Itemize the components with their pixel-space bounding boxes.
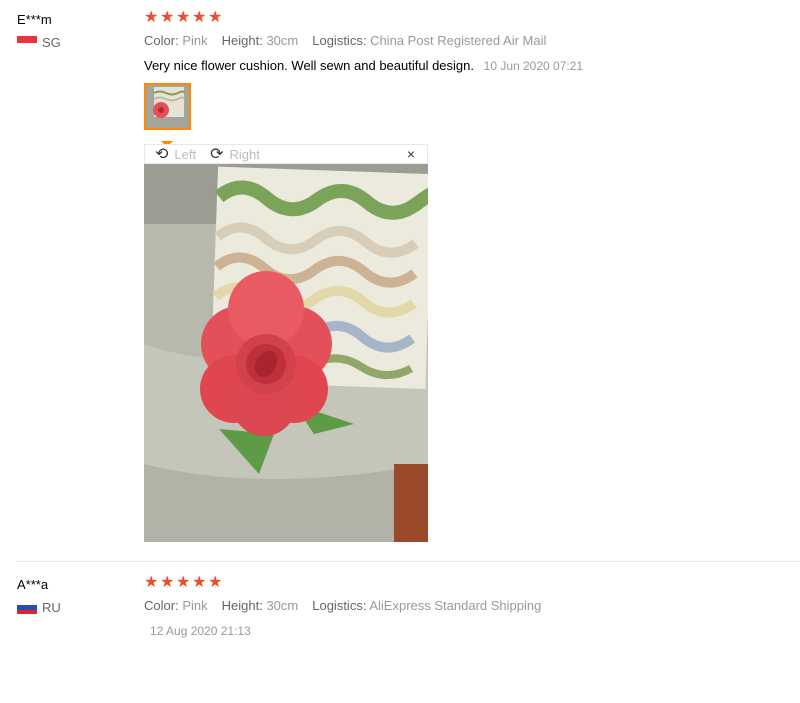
user-name: E***m <box>17 12 52 27</box>
review-user: E***m SG <box>17 12 61 50</box>
star-icon: ★ <box>144 574 159 591</box>
rotate-right-label: Right <box>229 146 260 162</box>
attr-height: Height: 30cm <box>221 598 299 613</box>
star-icon: ★ <box>144 9 159 26</box>
attr-logistics: Logistics: China Post Registered Air Mai… <box>312 33 547 48</box>
star-icon: ★ <box>176 574 191 591</box>
star-icon: ★ <box>176 9 191 26</box>
star-icon: ★ <box>192 9 207 26</box>
star-icon: ★ <box>208 574 223 591</box>
review-body: ★ ★ ★ ★ ★ Color: Pink Height: 30cm Logis… <box>144 574 547 639</box>
photo-viewer: ⟲ Left ⟳ Right × <box>144 144 442 542</box>
close-icon[interactable]: × <box>407 146 415 162</box>
country-code: SG <box>42 35 61 50</box>
star-rating: ★ ★ ★ ★ ★ <box>144 9 583 26</box>
star-icon: ★ <box>160 574 175 591</box>
star-icon: ★ <box>192 574 207 591</box>
review-content: 12 Aug 2020 21:13 <box>144 623 547 638</box>
review-photo <box>144 164 442 542</box>
user-country: SG <box>17 35 61 50</box>
review-attributes: Color: Pink Height: 30cm Logistics: AliE… <box>144 598 547 613</box>
ru-flag-icon <box>17 601 37 614</box>
attr-height: Height: 30cm <box>221 33 299 48</box>
review-photo-thumbnail[interactable] <box>144 83 191 130</box>
review-content: Very nice flower cushion. Well sewn and … <box>144 58 583 73</box>
user-name: A***a <box>17 577 49 592</box>
star-icon: ★ <box>208 9 223 26</box>
sg-flag-icon <box>17 36 37 49</box>
review-body: ★ ★ ★ ★ ★ Color: Pink Height: 30cm Logis… <box>144 9 583 147</box>
review-text: Very nice flower cushion. Well sewn and … <box>144 58 475 73</box>
attr-color: Color: Pink <box>144 33 208 48</box>
review-date: 10 Jun 2020 07:21 <box>483 59 584 73</box>
rotate-right-button[interactable]: ⟳ Right <box>210 144 260 164</box>
review-divider <box>17 561 800 562</box>
country-code: RU <box>42 600 61 615</box>
viewer-toolbar: ⟲ Left ⟳ Right × <box>144 144 428 164</box>
star-rating: ★ ★ ★ ★ ★ <box>144 574 547 591</box>
rotate-left-button[interactable]: ⟲ Left <box>155 144 196 164</box>
review-user: A***a RU <box>17 577 61 615</box>
rotate-right-icon: ⟳ <box>210 146 224 163</box>
attr-logistics: Logistics: AliExpress Standard Shipping <box>312 598 542 613</box>
user-country: RU <box>17 600 61 615</box>
rotate-left-label: Left <box>174 146 197 162</box>
star-icon: ★ <box>160 9 175 26</box>
review-date: 12 Aug 2020 21:13 <box>150 624 251 638</box>
rotate-left-icon: ⟲ <box>155 146 169 163</box>
attr-color: Color: Pink <box>144 598 208 613</box>
review-attributes: Color: Pink Height: 30cm Logistics: Chin… <box>144 33 583 48</box>
